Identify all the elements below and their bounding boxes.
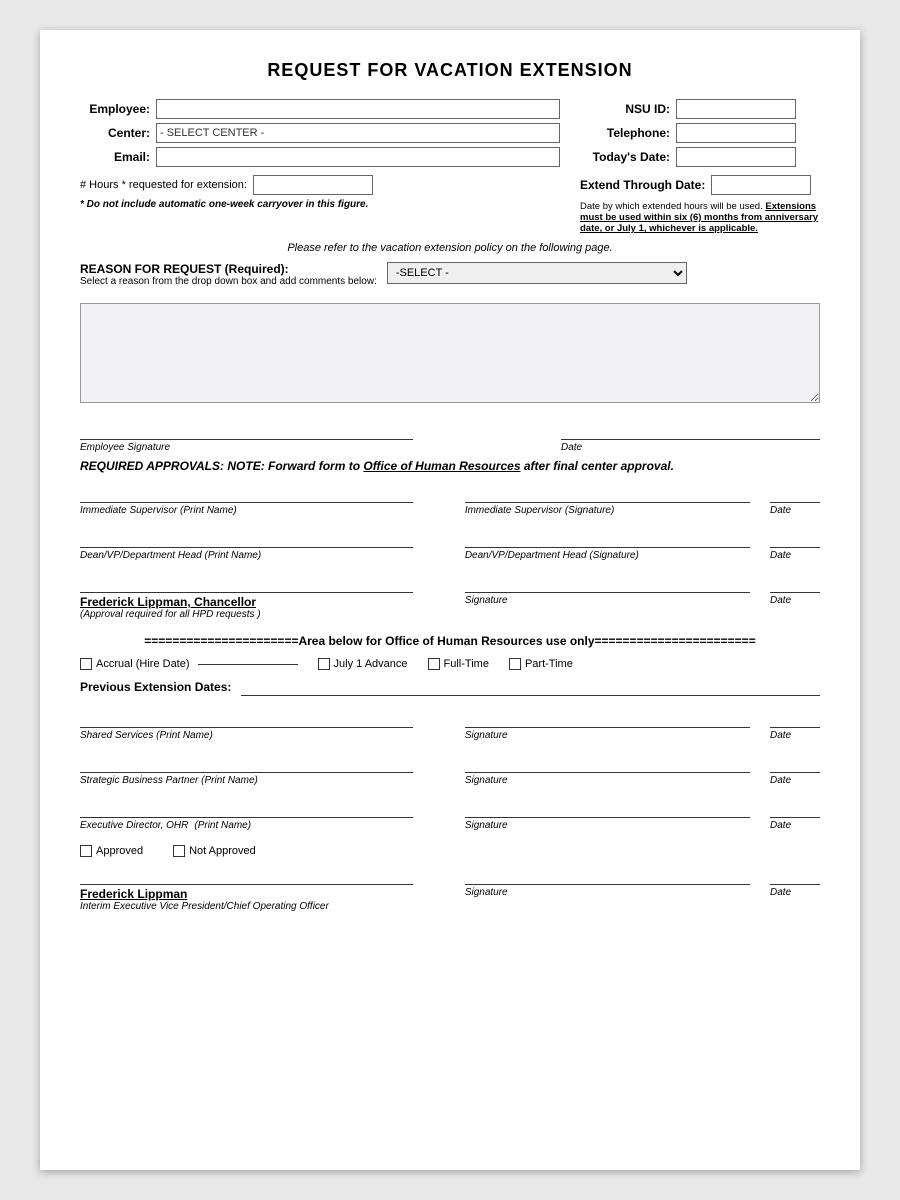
date-note: Date by which extended hours will be use… [580,199,820,234]
shared-services-print-label: Shared Services (Print Name) [80,730,413,741]
exec-sig-label: Signature [465,820,750,831]
strategic-partner-row: Strategic Business Partner (Print Name) … [80,755,820,786]
strategic-sig-label: Signature [465,775,750,786]
exec-print-label: (Print Name) [194,820,251,831]
required-approvals: REQUIRED APPROVALS: NOTE: Forward form t… [80,459,820,473]
reason-subtitle: Select a reason from the drop down box a… [80,276,377,287]
reason-select[interactable]: -SELECT - [387,262,687,284]
july-advance-checkbox[interactable] [318,658,330,670]
strategic-date-label: Date [770,775,820,786]
center-input[interactable] [156,123,560,143]
shared-services-sig-label: Signature [465,730,750,741]
comments-textarea[interactable] [80,303,820,403]
full-time-checkbox[interactable] [428,658,440,670]
imm-supervisor-sig-label: Immediate Supervisor (Signature) [465,505,750,516]
july-advance-item: July 1 Advance [318,658,408,670]
imm-date-label: Date [770,505,820,516]
hours-input[interactable] [253,175,373,195]
employee-label: Employee: [80,102,150,116]
hours-label: # Hours * requested for extension: [80,179,247,191]
nsu-id-input[interactable] [676,99,796,119]
chancellor-sig-label: Signature [465,595,750,606]
chancellor-row: Frederick Lippman, Chancellor (Approval … [80,575,820,620]
full-time-item: Full-Time [428,658,489,670]
accrual-item: Accrual (Hire Date) [80,658,298,670]
part-time-label: Part-Time [525,658,573,670]
not-approved-checkbox[interactable] [173,845,185,857]
todays-date-input[interactable] [676,147,796,167]
not-approved-item: Not Approved [173,845,256,857]
imm-supervisor-row: Immediate Supervisor (Print Name) Immedi… [80,485,820,516]
frederick-final-row: Frederick Lippman Interim Executive Vice… [80,867,820,912]
imm-supervisor-print-label: Immediate Supervisor (Print Name) [80,505,413,516]
approved-row: Approved Not Approved [80,845,820,857]
final-sig-label: Signature [465,887,750,898]
approved-checkbox[interactable] [80,845,92,857]
part-time-item: Part-Time [509,658,573,670]
part-time-checkbox[interactable] [509,658,521,670]
approved-label: Approved [96,845,143,857]
strategic-print-label: Strategic Business Partner (Print Name) [80,775,413,786]
exec-director-row: Executive Director, OHR (Print Name) Sig… [80,800,820,831]
asterisk-note: * Do not include automatic one-week carr… [80,199,560,210]
email-input[interactable] [156,147,560,167]
reason-title: REASON FOR REQUEST (Required): [80,262,377,276]
extend-through-label: Extend Through Date: [580,178,705,192]
interim-label: Interim Executive Vice President/Chief O… [80,901,413,912]
dean-sig-label: Dean/VP/Department Head (Signature) [465,550,750,561]
july-advance-label: July 1 Advance [334,658,408,670]
employee-sig-label: Employee Signature [80,442,413,453]
todays-date-label: Today's Date: [580,150,670,164]
dean-date-label: Date [770,550,820,561]
prev-ext-label: Previous Extension Dates: [80,680,231,694]
frederick-name: Frederick Lippman [80,887,413,901]
not-approved-label: Not Approved [189,845,256,857]
extend-through-input[interactable] [711,175,811,195]
date-sig-block: Date [561,422,820,453]
prev-ext-row: Previous Extension Dates: [80,678,820,696]
exec-director-label: Executive Director, OHR [80,820,188,831]
shared-services-date-label: Date [770,730,820,741]
dean-print-label: Dean/VP/Department Head (Print Name) [80,550,413,561]
form-page: REQUEST FOR VACATION EXTENSION Employee:… [40,30,860,1170]
employee-input[interactable] [156,99,560,119]
telephone-input[interactable] [676,123,796,143]
accrual-checkbox[interactable] [80,658,92,670]
chancellor-date-label: Date [770,595,820,606]
checkbox-row: Accrual (Hire Date) July 1 Advance Full-… [80,658,820,670]
shared-services-row: Shared Services (Print Name) Signature D… [80,710,820,741]
page-title: REQUEST FOR VACATION EXTENSION [80,60,820,81]
employee-sig-block: Employee Signature [80,422,413,453]
final-date-label: Date [770,887,820,898]
chancellor-note: (Approval required for all HPD requests … [80,609,413,620]
email-label: Email: [80,150,150,164]
nsu-id-label: NSU ID: [580,102,670,116]
date-label: Date [561,442,820,453]
approved-item: Approved [80,845,143,857]
center-label: Center: [80,126,150,140]
exec-date-label: Date [770,820,820,831]
accrual-label: Accrual (Hire Date) [96,658,190,670]
policy-note: Please refer to the vacation extension p… [80,242,820,254]
chancellor-name: Frederick Lippman, Chancellor [80,595,413,609]
dean-row: Dean/VP/Department Head (Print Name) Dea… [80,530,820,561]
ohr-divider: ======================Area below for Off… [80,634,820,648]
telephone-label: Telephone: [580,126,670,140]
full-time-label: Full-Time [444,658,489,670]
